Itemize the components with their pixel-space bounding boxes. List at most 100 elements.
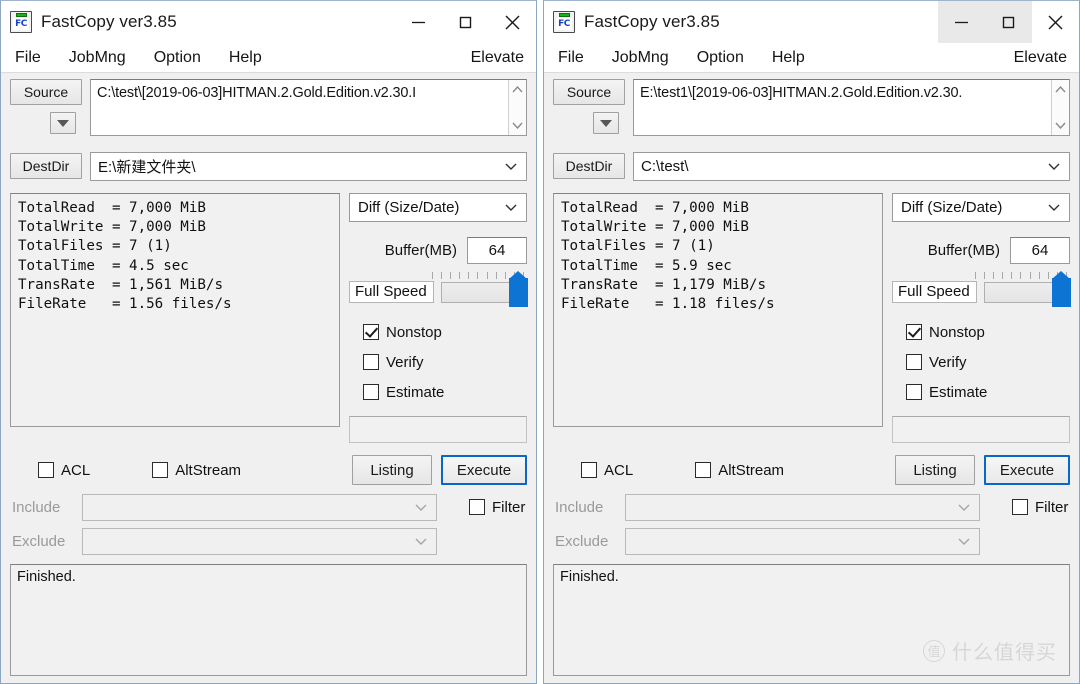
- checkbox-box: [363, 354, 379, 370]
- copy-mode-combo[interactable]: Diff (Size/Date): [349, 193, 527, 222]
- source-scrollbar[interactable]: [508, 80, 526, 135]
- fastcopy-icon: FC: [553, 11, 575, 33]
- chevron-down-icon: [505, 204, 517, 211]
- minimize-icon: [955, 21, 968, 23]
- maximize-button[interactable]: [442, 1, 489, 43]
- source-row: Source E:\test1\[2019-06-03]HITMAN.2.Gol…: [553, 79, 1070, 141]
- menu-item-file[interactable]: File: [15, 49, 41, 67]
- destdir-button[interactable]: DestDir: [10, 153, 82, 179]
- destdir-combo[interactable]: E:\新建文件夹\: [90, 151, 527, 181]
- exclude-combo[interactable]: [625, 527, 980, 555]
- checkbox-label: ACL: [61, 461, 91, 479]
- stats-panel: TotalRead = 7,000 MiB TotalWrite = 7,000…: [553, 193, 883, 427]
- window-body: Source E:\test1\[2019-06-03]HITMAN.2.Gol…: [544, 73, 1079, 683]
- speed-slider-thumb[interactable]: [1052, 270, 1071, 307]
- checkbox-label: AltStream: [718, 461, 785, 479]
- menu-item-jobmng[interactable]: JobMng: [69, 49, 126, 67]
- log-panel[interactable]: Finished.: [10, 564, 527, 676]
- source-button[interactable]: Source: [553, 79, 625, 105]
- window-controls: [395, 1, 536, 43]
- source-scrollbar[interactable]: [1051, 80, 1069, 135]
- menu-item-help[interactable]: Help: [772, 49, 805, 67]
- execute-button[interactable]: Execute: [441, 455, 527, 485]
- window-controls: [938, 1, 1079, 43]
- buffer-input[interactable]: 64: [1010, 236, 1070, 264]
- checkbox-filter[interactable]: Filter: [455, 492, 525, 522]
- speed-slider-thumb[interactable]: [509, 270, 528, 307]
- log-panel[interactable]: Finished.: [553, 564, 1070, 676]
- checkbox-verify[interactable]: Verify: [892, 347, 1070, 377]
- checkbox-box: [581, 462, 597, 478]
- minimize-icon: [412, 21, 425, 23]
- stats-text: TotalRead = 7,000 MiB TotalWrite = 7,000…: [18, 200, 232, 313]
- exclude-label: Exclude: [555, 532, 609, 550]
- menu-item-option[interactable]: Option: [154, 49, 201, 67]
- include-combo[interactable]: [82, 493, 437, 521]
- menu-item-elevate[interactable]: Elevate: [1014, 49, 1067, 67]
- fastcopy-window-right: FC FastCopy ver3.85 File JobMng Option H…: [543, 0, 1080, 684]
- minimize-button[interactable]: [395, 1, 442, 43]
- speed-slider[interactable]: [983, 270, 1071, 307]
- destdir-button[interactable]: DestDir: [553, 153, 625, 179]
- checkbox-nonstop[interactable]: Nonstop: [349, 317, 527, 347]
- maximize-icon: [1002, 16, 1015, 28]
- buffer-input[interactable]: 64: [467, 236, 527, 264]
- title-bar: FC FastCopy ver3.85: [544, 1, 1079, 43]
- close-button[interactable]: [1032, 1, 1079, 43]
- checkbox-filter[interactable]: Filter: [998, 492, 1068, 522]
- source-button[interactable]: Source: [10, 79, 82, 105]
- memo-input[interactable]: [892, 416, 1070, 443]
- checkbox-altstream[interactable]: AltStream: [695, 462, 784, 479]
- checkbox-label: Nonstop: [386, 323, 442, 341]
- checkbox-estimate[interactable]: Estimate: [349, 377, 527, 407]
- source-input[interactable]: C:\test\[2019-06-03]HITMAN.2.Gold.Editio…: [90, 79, 527, 136]
- chevron-down-icon: [1048, 204, 1060, 211]
- menu-item-help[interactable]: Help: [229, 49, 262, 67]
- memo-input[interactable]: [349, 416, 527, 443]
- menu-item-jobmng[interactable]: JobMng: [612, 49, 669, 67]
- checkbox-acl[interactable]: ACL: [38, 462, 90, 479]
- options-column: Diff (Size/Date) Buffer(MB) 64 Full Spee…: [892, 193, 1071, 443]
- checkbox-altstream[interactable]: AltStream: [152, 462, 241, 479]
- menu-bar: File JobMng Option Help Elevate: [1, 43, 536, 73]
- include-combo[interactable]: [625, 493, 980, 521]
- chevron-up-icon: [1055, 85, 1066, 93]
- icon-lid: [16, 13, 27, 17]
- source-input[interactable]: E:\test1\[2019-06-03]HITMAN.2.Gold.Editi…: [633, 79, 1070, 136]
- listing-button[interactable]: Listing: [895, 455, 975, 485]
- maximize-button[interactable]: [985, 1, 1032, 43]
- copy-mode-value: Diff (Size/Date): [358, 199, 460, 216]
- checkbox-acl[interactable]: ACL: [581, 462, 633, 479]
- checkbox-estimate[interactable]: Estimate: [892, 377, 1070, 407]
- source-history-dropdown-button[interactable]: [593, 112, 619, 134]
- destdir-value: C:\test\: [641, 157, 689, 175]
- close-button[interactable]: [489, 1, 536, 43]
- menu-item-option[interactable]: Option: [697, 49, 744, 67]
- checkbox-label: Estimate: [929, 383, 988, 401]
- checkbox-verify[interactable]: Verify: [349, 347, 527, 377]
- buffer-row: Buffer(MB) 64: [349, 236, 527, 264]
- minimize-button[interactable]: [938, 1, 985, 43]
- icon-label: FC: [13, 18, 29, 30]
- checkbox-nonstop[interactable]: Nonstop: [892, 317, 1070, 347]
- checkbox-label: Filter: [1035, 498, 1069, 516]
- source-input-value: C:\test\[2019-06-03]HITMAN.2.Gold.Editio…: [97, 85, 417, 101]
- menu-item-elevate[interactable]: Elevate: [471, 49, 524, 67]
- menu-item-file[interactable]: File: [558, 49, 584, 67]
- fastcopy-icon: FC: [10, 11, 32, 33]
- speed-slider[interactable]: [440, 270, 528, 307]
- dual-window-screenshot: FC FastCopy ver3.85 File JobMng Option H…: [0, 0, 1080, 684]
- exclude-combo[interactable]: [82, 527, 437, 555]
- fastcopy-window-left: FC FastCopy ver3.85 File JobMng Option H…: [0, 0, 537, 684]
- include-label: Include: [555, 498, 604, 516]
- execute-button[interactable]: Execute: [984, 455, 1070, 485]
- triangle-down-icon: [600, 119, 612, 127]
- source-history-dropdown-button[interactable]: [50, 112, 76, 134]
- listing-button[interactable]: Listing: [352, 455, 432, 485]
- chevron-down-icon: [1055, 122, 1066, 130]
- copy-mode-combo[interactable]: Diff (Size/Date): [892, 193, 1070, 222]
- middle-area: TotalRead = 7,000 MiB TotalWrite = 7,000…: [553, 193, 1071, 443]
- destdir-combo[interactable]: C:\test\: [633, 151, 1070, 181]
- action-row: ACL AltStream Listing Execute: [10, 450, 527, 490]
- checkbox-label: Verify: [386, 353, 424, 371]
